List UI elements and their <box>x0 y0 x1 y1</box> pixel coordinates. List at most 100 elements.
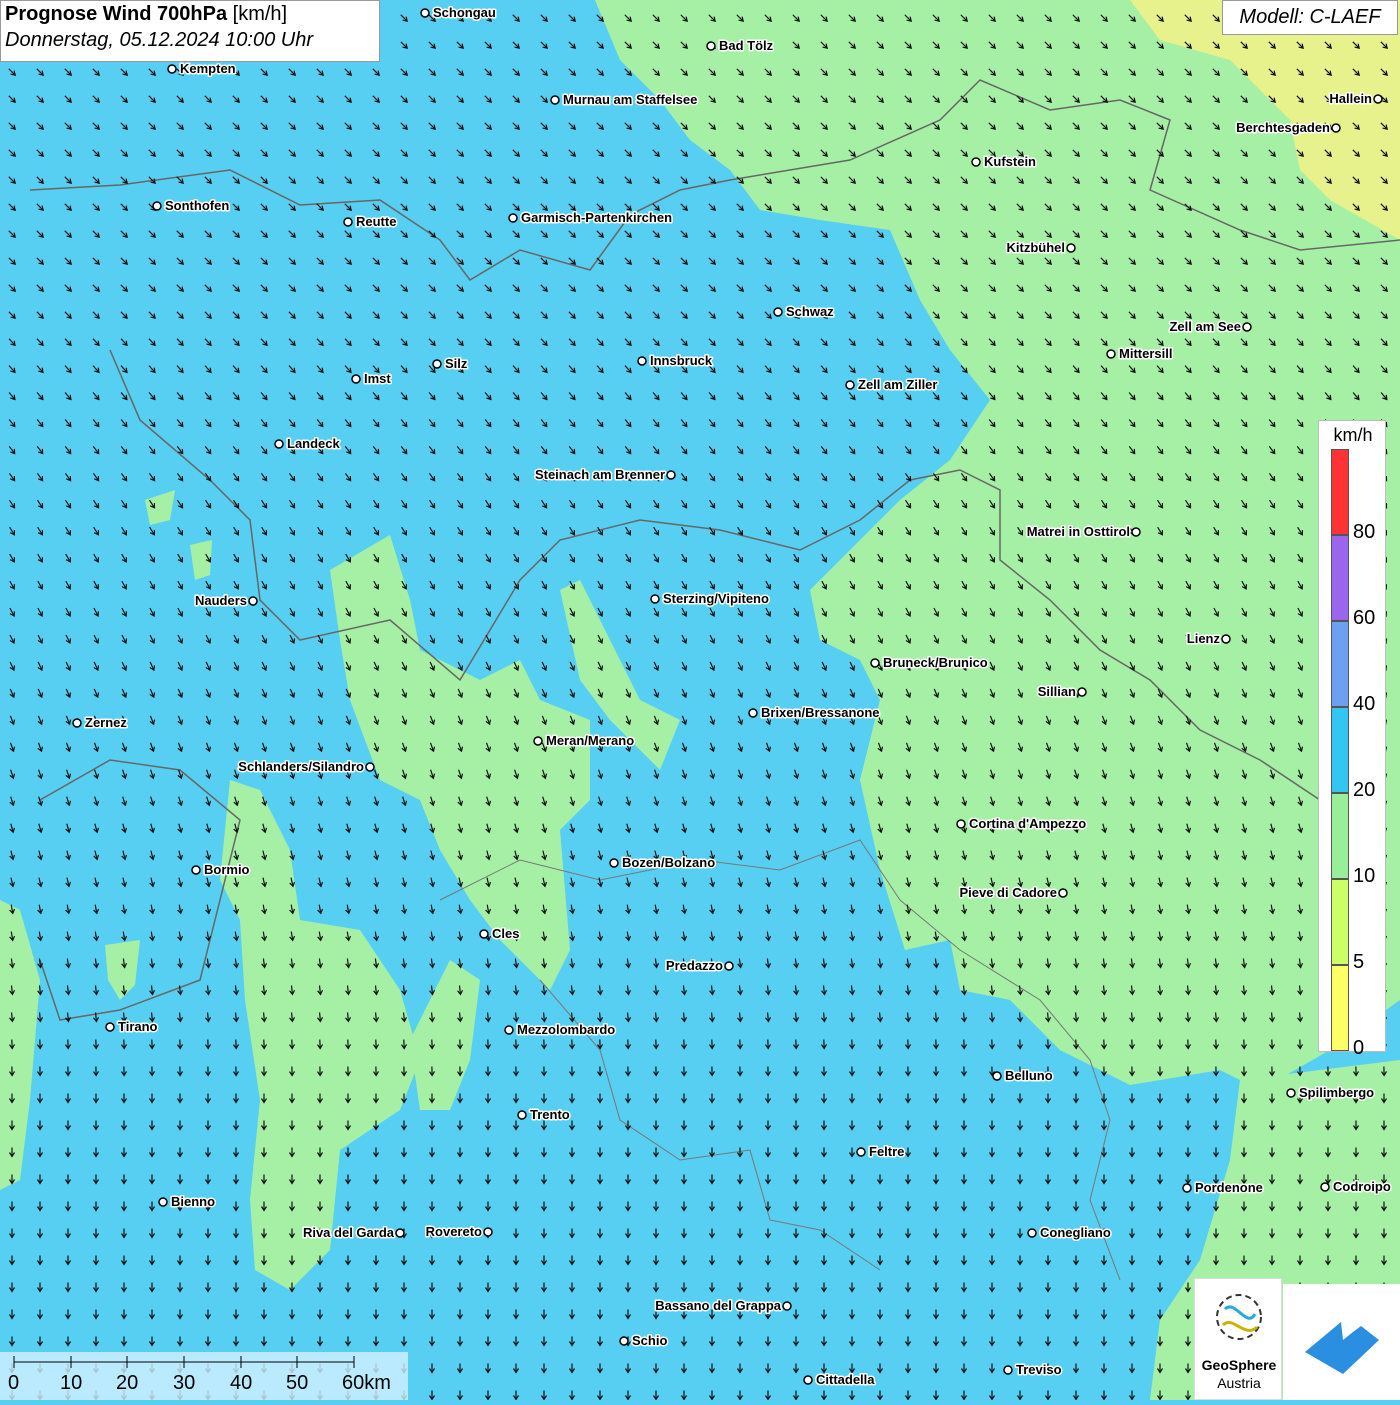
city-marker-cittadella <box>803 1375 813 1385</box>
map-title: Prognose Wind 700hPa [km/h] <box>5 3 375 26</box>
city-label-innsbruck: Innsbruck <box>650 353 713 368</box>
city-label-belluno: Belluno <box>1005 1068 1053 1083</box>
legend-swatch-60 <box>1331 535 1349 621</box>
city-marker-tirano <box>105 1022 115 1032</box>
scale-label-0: 0 <box>8 1372 20 1394</box>
city-label-zernez: Zernez <box>85 715 127 730</box>
city-label-cles: Cles <box>492 926 519 941</box>
city-label-riva-del-garda: Riva del Garda <box>303 1225 395 1240</box>
city-label-codroipo: Codroipo <box>1333 1179 1391 1194</box>
city-label-schlanders-silandro: Schlanders/Silandro <box>238 759 364 774</box>
scale-bar: 0 10 20 30 40 50 60km <box>0 1352 408 1400</box>
city-marker-imst <box>351 374 361 384</box>
city-label-bozen-bolzano: Bozen/Bolzano <box>622 855 715 870</box>
city-marker-schwaz <box>773 307 783 317</box>
city-label-lienz: Lienz <box>1187 631 1221 646</box>
city-marker-reutte <box>343 217 353 227</box>
city-marker-pieve-di-cadore <box>1058 888 1068 898</box>
city-label-schio: Schio <box>632 1333 667 1348</box>
app-logo[interactable] <box>1283 1284 1400 1400</box>
city-label-meran-merano: Meran/Merano <box>546 733 634 748</box>
scale-label-10: 10 <box>60 1372 83 1394</box>
geosphere-logo[interactable]: GeoSphere Austria <box>1194 1278 1282 1400</box>
city-marker-predazzo <box>724 961 734 971</box>
legend-label-60: 60 <box>1353 607 1376 629</box>
city-marker-pordenone <box>1182 1183 1192 1193</box>
city-label-sterzing-vipiteno: Sterzing/Vipiteno <box>663 591 769 606</box>
city-marker-brixen-bressanone <box>748 708 758 718</box>
city-marker-berchtesgaden <box>1331 123 1341 133</box>
city-label-cortina-d-ampezzo: Cortina d'Ampezzo <box>969 816 1086 831</box>
scale-label-40: 40 <box>230 1372 253 1394</box>
city-marker-landeck <box>274 439 284 449</box>
city-marker-sonthofen <box>152 201 162 211</box>
city-label-bormio: Bormio <box>204 862 250 877</box>
city-marker-matrei-in-osttirol <box>1131 527 1141 537</box>
city-label-imst: Imst <box>364 371 391 386</box>
city-marker-hallein <box>1373 94 1383 104</box>
legend-label-20: 20 <box>1353 779 1376 801</box>
city-marker-riva-del-garda <box>395 1228 405 1238</box>
legend-swatch-10 <box>1331 793 1349 879</box>
geosphere-emblem-icon <box>1216 1294 1262 1340</box>
legend-label-5: 5 <box>1353 951 1365 973</box>
city-marker-cles <box>479 929 489 939</box>
city-marker-garmisch-partenkirchen <box>508 213 518 223</box>
city-marker-spilimbergo <box>1286 1088 1296 1098</box>
city-marker-mittersill <box>1106 349 1116 359</box>
city-label-cittadella: Cittadella <box>816 1372 875 1387</box>
city-marker-zell-am-see <box>1242 322 1252 332</box>
scale-label-20: 20 <box>116 1372 139 1394</box>
legend: km/h 0 5 10 20 40 60 80 <box>1318 420 1386 1059</box>
city-label-kitzb-hel: Kitzbühel <box>1007 240 1066 255</box>
city-marker-kufstein <box>971 157 981 167</box>
scale-label-60km: 60km <box>342 1372 391 1394</box>
city-marker-kitzb-hel <box>1066 243 1076 253</box>
city-marker-trento <box>517 1110 527 1120</box>
city-marker-nauders <box>248 596 258 606</box>
legend-swatch-0 <box>1331 965 1349 1051</box>
legend-label-80: 80 <box>1353 521 1376 543</box>
city-marker-feltre <box>856 1147 866 1157</box>
city-label-tirano: Tirano <box>118 1019 158 1034</box>
city-marker-mezzolombardo <box>504 1025 514 1035</box>
city-marker-murnau-am-staffelsee <box>550 95 560 105</box>
title-main: Prognose Wind 700hPa <box>5 3 228 25</box>
city-label-nauders: Nauders <box>195 593 247 608</box>
city-marker-zell-am-ziller <box>845 380 855 390</box>
city-label-bruneck-brunico: Bruneck/Brunico <box>883 655 988 670</box>
city-label-kufstein: Kufstein <box>984 154 1036 169</box>
city-label-sonthofen: Sonthofen <box>165 198 229 213</box>
city-label-mezzolombardo: Mezzolombardo <box>517 1022 615 1037</box>
city-label-hallein: Hallein <box>1329 91 1372 106</box>
city-marker-lienz <box>1221 634 1231 644</box>
city-label-schongau: Schongau <box>433 5 496 20</box>
legend-swatch-20 <box>1331 707 1349 793</box>
city-marker-conegliano <box>1027 1228 1037 1238</box>
city-marker-bienno <box>158 1197 168 1207</box>
city-marker-innsbruck <box>637 356 647 366</box>
legend-label-0: 0 <box>1353 1037 1365 1059</box>
city-label-predazzo: Predazzo <box>666 958 723 973</box>
geosphere-name: GeoSphere <box>1201 1357 1277 1373</box>
city-label-pieve-di-cadore: Pieve di Cadore <box>959 885 1057 900</box>
legend-unit: km/h <box>1333 425 1373 445</box>
mountain-cloud-icon <box>1305 1322 1379 1374</box>
city-label-silz: Silz <box>445 356 468 371</box>
city-label-schwaz: Schwaz <box>786 304 834 319</box>
legend-swatch-5 <box>1331 879 1349 965</box>
scale-bar-ruler <box>13 1356 355 1368</box>
scale-label-50: 50 <box>286 1372 309 1394</box>
city-label-spilimbergo: Spilimbergo <box>1299 1085 1374 1100</box>
city-label-treviso: Treviso <box>1016 1362 1062 1377</box>
city-label-rovereto: Rovereto <box>426 1224 482 1239</box>
city-label-bienno: Bienno <box>171 1194 215 1209</box>
city-label-garmisch-partenkirchen: Garmisch-Partenkirchen <box>521 210 672 225</box>
city-label-mittersill: Mittersill <box>1119 346 1172 361</box>
city-marker-meran-merano <box>533 736 543 746</box>
weather-map: Schongau Kempten Bad Tölz Murnau am Staffel… <box>0 0 1400 1400</box>
city-marker-steinach-am-brenner <box>666 470 676 480</box>
city-label-matrei-in-osttirol: Matrei in Osttirol <box>1027 524 1130 539</box>
city-label-zell-am-see: Zell am See <box>1169 319 1241 334</box>
legend-label-10: 10 <box>1353 865 1376 887</box>
